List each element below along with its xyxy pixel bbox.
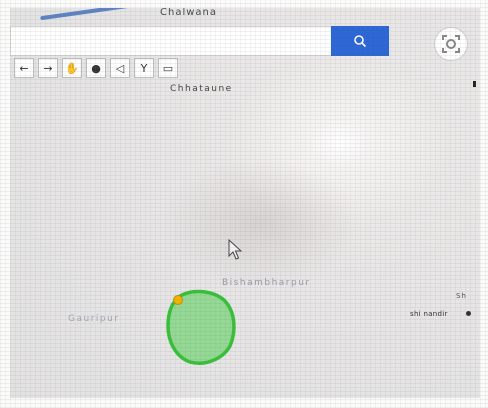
map-road	[40, 8, 130, 21]
rectangle-tool-button[interactable]: ▭	[158, 58, 178, 78]
boundary-polygon[interactable]	[160, 284, 250, 374]
search-icon	[354, 35, 367, 48]
map-viewport[interactable]: Chalwana ← → ✋ ● ◁ Y ▭ Chhataune Bishamb…	[10, 8, 480, 398]
locate-icon	[442, 35, 460, 53]
map-edge-marker	[473, 81, 476, 87]
search-bar	[10, 26, 389, 56]
redo-arrow-icon: →	[43, 61, 53, 75]
map-label-chhataune: Chhataune	[170, 84, 233, 94]
rectangle-icon: ▭	[162, 61, 174, 75]
map-label-gauripur: Gauripur	[68, 314, 120, 324]
boundary-vertex-marker[interactable]	[173, 295, 183, 305]
branch-icon: Y	[140, 61, 148, 75]
hand-icon: ✋	[65, 61, 79, 75]
locate-button[interactable]	[434, 27, 468, 61]
redo-tool-button[interactable]: →	[38, 58, 58, 78]
map-label-right-top: Sh	[456, 292, 467, 300]
line-tool-button[interactable]: ◁	[110, 58, 130, 78]
map-label-top: Chalwana	[160, 8, 217, 18]
pan-tool-button[interactable]: ✋	[62, 58, 82, 78]
screen-glare	[160, 158, 360, 288]
undo-tool-button[interactable]: ←	[14, 58, 34, 78]
undo-arrow-icon: ←	[19, 61, 29, 75]
cursor-icon	[228, 239, 243, 260]
search-button[interactable]	[331, 26, 389, 56]
branch-tool-button[interactable]: Y	[134, 58, 154, 78]
search-input[interactable]	[17, 32, 327, 52]
pin-icon: ●	[91, 61, 101, 75]
triangle-icon: ◁	[115, 61, 125, 75]
map-toolbar: ← → ✋ ● ◁ Y ▭	[14, 58, 182, 78]
photo-frame: Chalwana ← → ✋ ● ◁ Y ▭ Chhataune Bishamb…	[0, 0, 488, 408]
map-point-marker	[466, 311, 471, 316]
map-label-shi-nandir: shi nandir	[410, 310, 448, 318]
marker-tool-button[interactable]: ●	[86, 58, 106, 78]
